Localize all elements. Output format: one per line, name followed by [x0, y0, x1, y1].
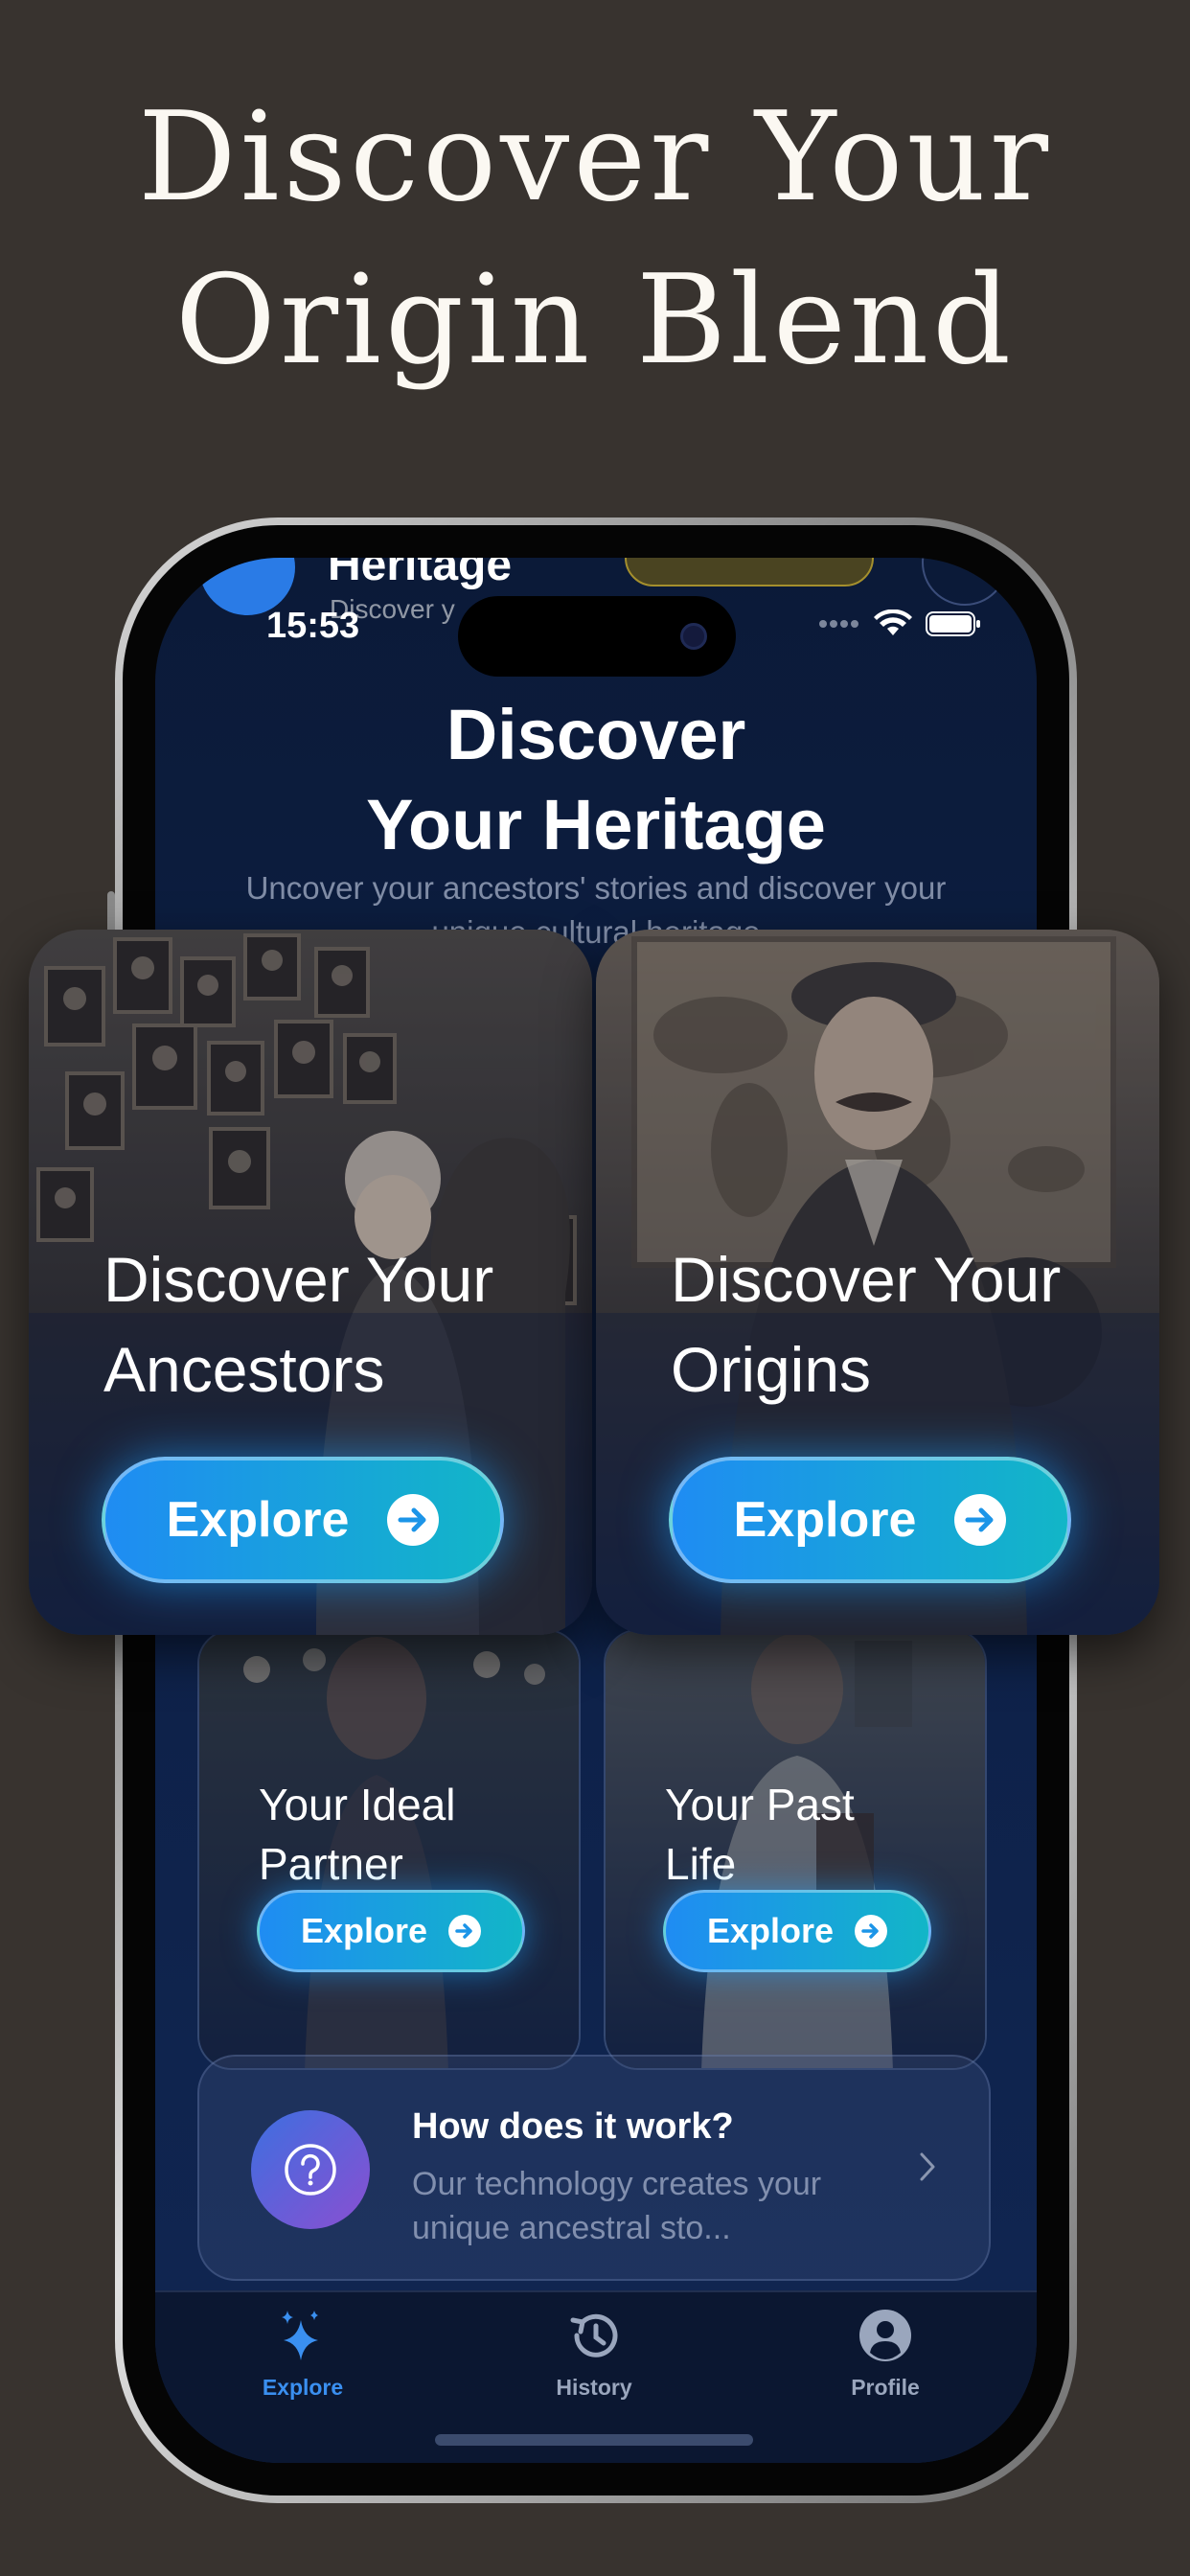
how-it-works-description: Our technology creates your unique ances… — [412, 2166, 822, 2246]
tab-history-label: History — [556, 2375, 632, 2400]
discover-ancestors-label-line2: Ancestors — [103, 1334, 385, 1405]
discover-ancestors-card[interactable]: Discover Your Ancestors Explore — [29, 930, 592, 1635]
discover-origins-label: Discover Your Origins — [671, 1234, 1061, 1414]
past-life-label-line2: Life — [665, 1839, 737, 1889]
promo-headline: Discover Your Origin Blend — [0, 77, 1190, 402]
battery-icon — [926, 611, 980, 636]
arrow-right-circle-icon — [448, 1915, 482, 1947]
discover-ancestors-label-line1: Discover Your — [103, 1244, 494, 1315]
header-round-button[interactable] — [922, 558, 1008, 606]
dynamic-island — [458, 596, 736, 677]
hero-title-line2: Your Heritage — [366, 785, 826, 864]
app-store-screenshot: Discover Your Origin Blend Heritage Disc… — [0, 0, 1190, 2576]
discover-origins-explore-button[interactable]: Explore — [669, 1457, 1071, 1583]
arrow-right-circle-icon — [855, 1915, 888, 1947]
ideal-partner-label-line1: Your Ideal — [259, 1780, 456, 1829]
tab-bar: Explore History Profile — [155, 2290, 1037, 2463]
tab-explore[interactable]: Explore — [207, 2302, 399, 2401]
tab-explore-label: Explore — [262, 2375, 344, 2400]
tab-profile[interactable]: Profile — [790, 2302, 981, 2401]
status-icons — [818, 610, 983, 638]
how-it-works-card[interactable]: How does it work? Our technology creates… — [197, 2055, 991, 2281]
how-it-works-title: How does it work? — [412, 2106, 734, 2147]
tab-profile-label: Profile — [851, 2375, 920, 2400]
past-life-label: Your Past Life — [665, 1775, 855, 1894]
discover-origins-label-line2: Origins — [671, 1334, 872, 1405]
discover-ancestors-explore-label: Explore — [166, 1492, 350, 1548]
history-clock-icon — [570, 2313, 618, 2358]
discover-ancestors-explore-button[interactable]: Explore — [102, 1457, 504, 1583]
discover-origins-label-line1: Discover Your — [671, 1244, 1062, 1315]
discover-origins-explore-label: Explore — [733, 1492, 917, 1548]
ideal-partner-card[interactable]: Your Ideal Partner Explore — [197, 1629, 581, 2070]
arrow-right-circle-icon — [954, 1494, 1007, 1546]
hero-title-line1: Discover — [446, 695, 746, 774]
chevron-right-icon — [920, 2152, 935, 2181]
front-camera-icon — [680, 623, 707, 650]
sparkles-icon — [282, 2311, 318, 2360]
person-circle-icon — [859, 2310, 911, 2361]
past-life-explore-button[interactable]: Explore — [663, 1890, 931, 1972]
status-time: 15:53 — [266, 606, 360, 646]
discover-origins-card[interactable]: Discover Your Origins Explore — [596, 930, 1159, 1635]
home-indicator[interactable] — [435, 2434, 753, 2446]
wifi-icon — [874, 610, 912, 635]
status-bar: 15:53 — [155, 596, 1037, 677]
promo-headline-line1: Discover Your — [138, 86, 1052, 229]
tab-history[interactable]: History — [498, 2302, 690, 2401]
past-life-card[interactable]: Your Past Life Explore — [604, 1629, 987, 2070]
signal-dots-icon — [819, 620, 858, 628]
app-title: Heritage — [328, 558, 513, 590]
ideal-partner-explore-label: Explore — [300, 1911, 428, 1950]
discover-ancestors-label: Discover Your Ancestors — [103, 1234, 493, 1414]
ideal-partner-label: Your Ideal Partner — [259, 1775, 455, 1894]
ideal-partner-label-line2: Partner — [259, 1839, 403, 1889]
question-circle-icon — [251, 2110, 370, 2229]
hero-title: Discover Your Heritage — [155, 690, 1037, 870]
past-life-explore-label: Explore — [706, 1911, 835, 1950]
premium-pill[interactable] — [625, 558, 874, 586]
arrow-right-circle-icon — [387, 1494, 440, 1546]
ideal-partner-explore-button[interactable]: Explore — [257, 1890, 525, 1972]
promo-headline-line2: Origin Blend — [174, 249, 1016, 392]
past-life-label-line1: Your Past — [665, 1780, 855, 1829]
